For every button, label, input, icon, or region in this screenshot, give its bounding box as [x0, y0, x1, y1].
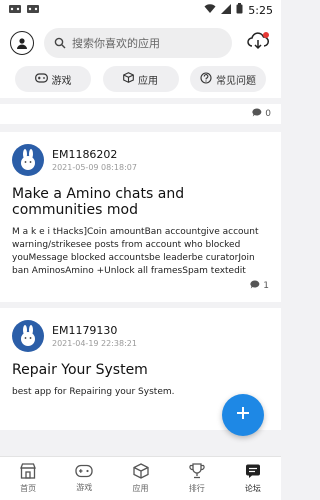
tab-label: 应用 [138, 75, 158, 87]
top-header: 搜索你喜欢的应用 [0, 20, 281, 66]
comment-count: 0 [265, 109, 271, 119]
tab-apps[interactable]: 应用 [102, 66, 179, 92]
category-tabs: 游戏 应用 常见问题 [0, 66, 281, 98]
post-comment-counter[interactable]: 1 [250, 280, 269, 292]
post-title: Repair Your System [12, 362, 148, 378]
post-title: Make a Amino chats and communities mod [12, 186, 185, 218]
nav-label: 论坛 [244, 484, 261, 493]
post-date: 2021-05-09 08:18:07 [52, 163, 137, 172]
new-post-button[interactable] [222, 394, 264, 436]
status-time: 5:25 [248, 3, 273, 17]
nav-apps[interactable]: 应用 [112, 457, 168, 500]
search-placeholder: 搜索你喜欢的应用 [72, 37, 160, 50]
nav-forum[interactable]: 论坛 [225, 457, 281, 500]
signal-icon [221, 3, 232, 17]
previous-post-footer: 0 [0, 104, 281, 124]
notification-dot [263, 32, 269, 38]
tab-games[interactable]: 游戏 [15, 66, 91, 92]
cube-icon [132, 463, 149, 481]
status-bar: 5:25 [0, 0, 281, 20]
nav-games[interactable]: 游戏 [56, 457, 112, 500]
plus-icon [235, 405, 251, 425]
trophy-icon [189, 463, 205, 481]
comment-icon [250, 280, 260, 292]
tab-label: 游戏 [51, 75, 72, 87]
notification-icon-1 [8, 3, 22, 18]
wifi-icon [204, 3, 216, 17]
nav-label: 游戏 [76, 483, 93, 492]
cube-icon [123, 72, 134, 86]
gamepad-icon [75, 464, 93, 480]
post-username[interactable]: EM1179130 [52, 324, 137, 337]
nav-label: 首页 [20, 484, 37, 493]
post-date: 2021-04-19 22:38:21 [52, 339, 137, 348]
tab-label: 常见问题 [216, 75, 256, 87]
user-icon[interactable] [10, 31, 34, 55]
nav-home[interactable]: 首页 [0, 457, 56, 500]
comment-icon[interactable] [252, 108, 262, 120]
battery-icon [236, 3, 243, 17]
gamepad-icon [34, 72, 48, 86]
nav-label: 应用 [132, 484, 149, 493]
post-card[interactable]: EM1186202 2021-05-09 08:18:07 Make a Ami… [0, 132, 281, 302]
post-body: M a k e i tHacks]Coin amountBan accountg… [12, 227, 259, 276]
avatar[interactable] [12, 320, 44, 352]
post-username[interactable]: EM1186202 [52, 148, 137, 161]
bottom-navigation: 首页 游戏 应用 排行 论坛 [0, 456, 281, 500]
download-button[interactable] [245, 30, 271, 56]
notification-icon-2 [26, 3, 40, 18]
search-icon [54, 34, 66, 53]
tab-faq[interactable]: 常见问题 [190, 66, 266, 92]
question-icon [200, 71, 212, 87]
nav-label: 排行 [188, 484, 205, 493]
chat-icon [245, 463, 261, 481]
comment-count: 1 [263, 281, 269, 291]
search-input[interactable]: 搜索你喜欢的应用 [44, 28, 232, 58]
nav-ranking[interactable]: 排行 [169, 457, 225, 500]
avatar[interactable] [12, 144, 44, 176]
store-icon [19, 463, 37, 481]
